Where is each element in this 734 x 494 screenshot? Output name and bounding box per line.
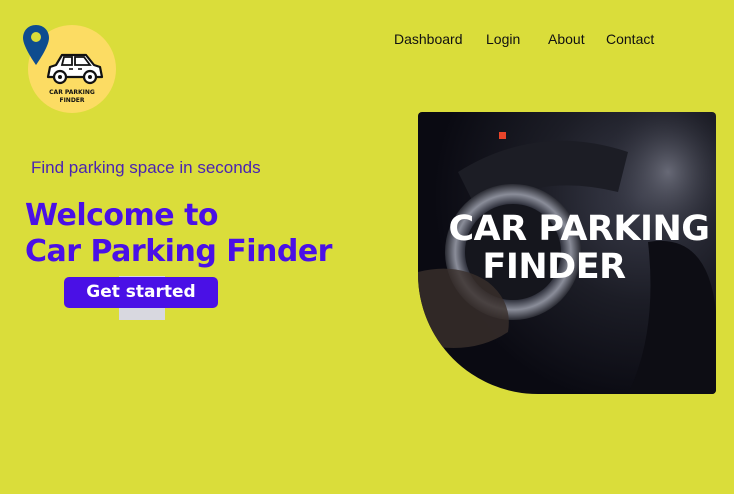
get-started-button[interactable]: Get started — [64, 277, 218, 308]
hero-image: CAR PARKING FINDER — [418, 112, 716, 394]
indicator-light — [499, 132, 506, 139]
nav-dashboard[interactable]: Dashboard — [394, 31, 463, 47]
logo-text: FINDER — [59, 97, 85, 104]
logo-text: CAR PARKING — [49, 89, 95, 96]
nav-login[interactable]: Login — [486, 31, 520, 47]
location-pin-icon — [23, 25, 49, 65]
tagline: Find parking space in seconds — [31, 158, 261, 177]
hero-image-title: CAR PARKING — [448, 209, 710, 249]
nav-contact[interactable]: Contact — [606, 31, 654, 47]
page-title-line2: Car Parking Finder — [25, 234, 332, 269]
page-title: Welcome to — [25, 198, 219, 233]
hero-image-title-line2: FINDER — [482, 247, 626, 287]
nav-about[interactable]: About — [548, 31, 585, 47]
